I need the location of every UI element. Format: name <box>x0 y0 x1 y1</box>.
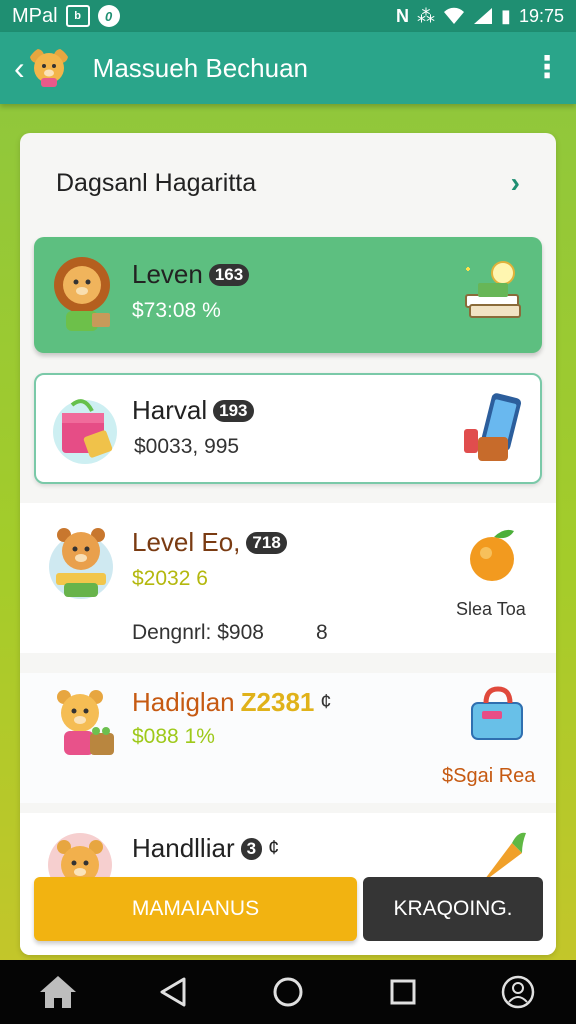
item-title: Leven 163 <box>132 259 250 290</box>
books-icon <box>465 261 521 318</box>
list-item[interactable]: Harval 193 $0033, 995 <box>34 373 542 484</box>
level-badge: 193 <box>213 399 254 422</box>
profile-icon <box>502 975 535 1009</box>
item-name: Hadiglan <box>132 687 235 717</box>
nav-back[interactable] <box>149 968 197 1016</box>
item-price: $088 1% <box>132 725 215 748</box>
item-title: Harval 193 <box>132 395 254 426</box>
clock: 19:75 <box>518 5 564 26</box>
signal-icon <box>474 8 493 24</box>
app-title: Massueh Bechuan <box>92 52 309 83</box>
list-item[interactable]: Hadiglan Z2381 ¢ $088 1% $Sgai Rea <box>20 673 556 803</box>
gift-box-icon <box>53 399 117 464</box>
item-name-accent: Z2381 <box>240 687 315 717</box>
content-panel: Dagsanl Hagaritta › Leven 163 $73:08 % H… <box>20 133 556 955</box>
item-name: Harval <box>132 395 208 425</box>
phone-icon <box>464 393 522 461</box>
level-badge: 718 <box>246 531 287 554</box>
system-nav-bar <box>0 960 576 1024</box>
bag-icon <box>471 686 523 740</box>
notification-icon: b <box>65 5 90 27</box>
overflow-menu-icon[interactable]: ⋮ <box>532 53 562 83</box>
list-item[interactable]: Leven 163 $73:08 % <box>34 237 542 353</box>
item-detail: Dengnrl: $908 <box>132 621 264 644</box>
lion-icon <box>54 257 110 331</box>
item-tag: $Sgai Rea <box>442 765 536 787</box>
home-icon <box>39 976 76 1008</box>
item-title: Level Eo, 718 <box>132 527 287 558</box>
level-badge: 3 <box>240 837 263 860</box>
item-price: $2032 6 <box>132 567 208 590</box>
section-header[interactable]: Dagsanl Hagaritta › <box>20 133 556 233</box>
item-name-suffix: ¢ <box>320 691 332 713</box>
item-title: Handlliar 3 ¢ <box>132 833 279 864</box>
nav-recents[interactable] <box>379 968 427 1016</box>
chevron-right-icon[interactable]: › <box>511 167 520 199</box>
item-tag: Slea Toa <box>456 599 526 619</box>
back-button[interactable]: ‹ <box>14 52 25 84</box>
battery-icon: ▮ <box>501 5 511 26</box>
vibrate-icon: ⁂ <box>417 5 436 26</box>
item-name: Level Eo, <box>132 527 241 557</box>
bear-basket-icon <box>57 690 114 755</box>
nfc-icon: N <box>396 5 410 26</box>
primary-action-button[interactable]: MAMAIANUS <box>34 877 357 941</box>
item-detail-count: 8 <box>316 621 328 644</box>
nav-profile[interactable] <box>494 968 542 1016</box>
item-name: Leven <box>132 259 203 289</box>
app-notification-icon: 0 <box>97 5 120 27</box>
status-bar: MPal b 0 N ⁂ ▮ 19:75 <box>0 0 576 32</box>
bear-reading-icon <box>49 528 113 599</box>
nav-home-circle[interactable] <box>264 968 312 1016</box>
nav-home[interactable] <box>34 968 82 1016</box>
carrier-label: MPal <box>12 4 58 27</box>
item-name: Handlliar <box>132 833 235 863</box>
secondary-action-button[interactable]: KRAQOING. <box>363 877 543 941</box>
home-circle-icon <box>273 977 303 1007</box>
item-price: $73:08 % <box>132 299 221 322</box>
level-badge: 163 <box>208 263 250 286</box>
item-title: Hadiglan Z2381 ¢ <box>132 687 332 718</box>
wifi-icon <box>444 7 465 24</box>
list-item[interactable]: Level Eo, 718 $2032 6 Dengnrl: $908 8 Sl… <box>20 503 556 653</box>
back-triangle-icon <box>160 977 186 1007</box>
recents-icon <box>390 979 416 1005</box>
item-price: $0033, 995 <box>134 435 240 458</box>
app-bar: ‹ Massueh Bechuan ⋮ <box>0 32 576 104</box>
bear-avatar-icon[interactable] <box>27 46 71 90</box>
orange-icon <box>470 529 514 581</box>
section-title: Dagsanl Hagaritta <box>56 168 257 197</box>
item-name-suffix: ¢ <box>268 837 280 859</box>
